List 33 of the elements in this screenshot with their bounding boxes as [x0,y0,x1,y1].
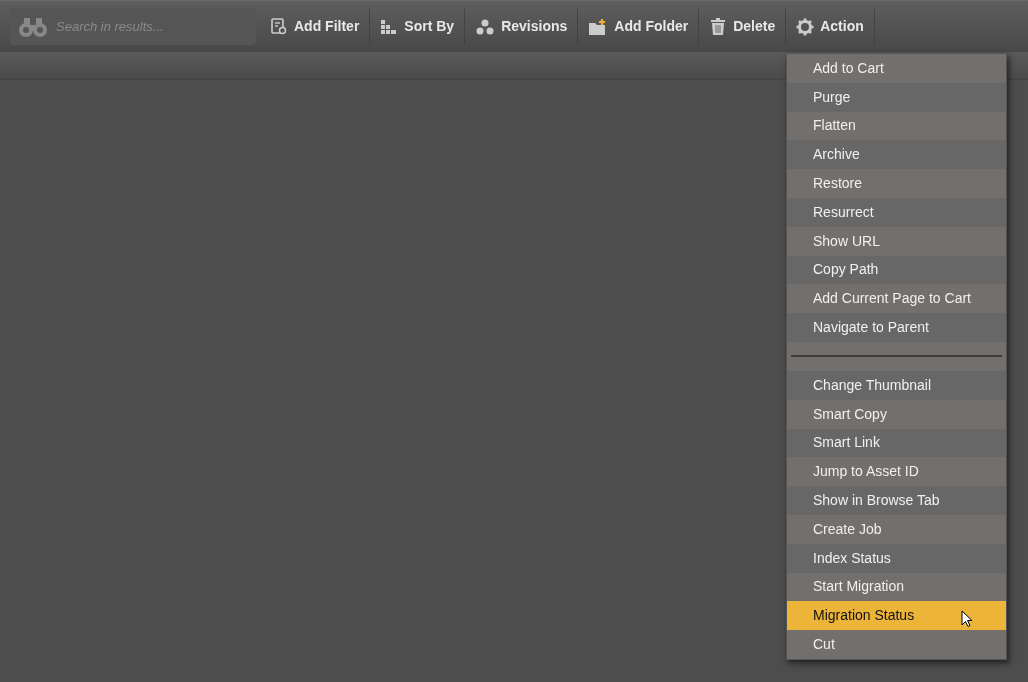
circles-icon [475,17,496,36]
trash-icon [709,17,728,36]
menu-item[interactable]: Jump to Asset ID [787,457,1006,487]
toolbar-button[interactable]: Delete [699,8,787,45]
menu-item[interactable]: Show in Browse Tab [787,486,1006,515]
filter-document-icon [270,17,288,36]
menu-item[interactable]: Migration Status [787,601,1006,631]
mouse-pointer-icon [961,610,973,629]
menu-item[interactable]: Restore [787,169,1006,198]
bar-blocks-icon [380,17,399,36]
menu-item[interactable]: Add Current Page to Cart [787,284,1006,314]
menu-item[interactable]: Index Status [787,543,1006,573]
toolbar-button[interactable]: Add Filter [260,8,371,45]
menu-item[interactable]: Change Thumbnail [787,370,1006,400]
binoculars-icon [18,17,48,37]
toolbar-button[interactable]: Action [786,8,875,45]
menu-item[interactable]: Archive [787,140,1006,170]
menu-item[interactable]: Add to Cart [787,54,1006,83]
menu-item[interactable]: Cut [787,630,1006,659]
menu-item[interactable]: Resurrect [787,198,1006,227]
menu-item[interactable]: Navigate to Parent [787,313,1006,342]
menu-item[interactable]: Smart Copy [787,399,1006,429]
toolbar-button[interactable]: Sort By [370,8,466,45]
toolbar-button[interactable]: Add Folder [578,8,700,45]
menu-item[interactable]: Purge [787,82,1006,112]
menu-item[interactable]: Show URL [787,226,1006,256]
menu-item[interactable]: Flatten [787,111,1006,141]
menu-item[interactable]: Smart Link [787,428,1006,458]
gear-icon [796,17,815,36]
menu-item[interactable]: Copy Path [787,255,1006,285]
menu-item[interactable]: Create Job [787,514,1006,544]
toolbar-button[interactable]: Revisions [465,8,579,45]
menu-item[interactable]: Start Migration [787,572,1006,602]
